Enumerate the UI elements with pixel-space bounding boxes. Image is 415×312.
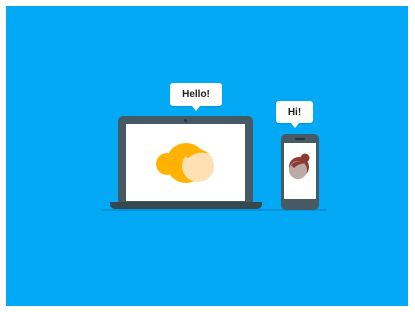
laptop-screen	[126, 124, 245, 201]
phone-speaker	[295, 138, 305, 140]
girl-avatar-icon	[156, 143, 214, 183]
illustration-canvas: Hello! Hi!	[6, 6, 408, 306]
phone-icon	[281, 134, 319, 210]
laptop-icon	[118, 116, 253, 203]
laptop-base	[110, 202, 262, 209]
phone-speech-bubble: Hi!	[276, 101, 313, 128]
bubble-tail	[290, 123, 299, 128]
laptop-speech-bubble: Hello!	[170, 83, 222, 111]
woman-avatar-icon	[289, 153, 310, 179]
laptop-bubble-text: Hello!	[182, 89, 210, 100]
phone-bubble-text: Hi!	[287, 106, 302, 118]
bubble-tail	[192, 106, 200, 111]
laptop-camera	[184, 119, 187, 122]
phone-screen	[284, 143, 316, 199]
